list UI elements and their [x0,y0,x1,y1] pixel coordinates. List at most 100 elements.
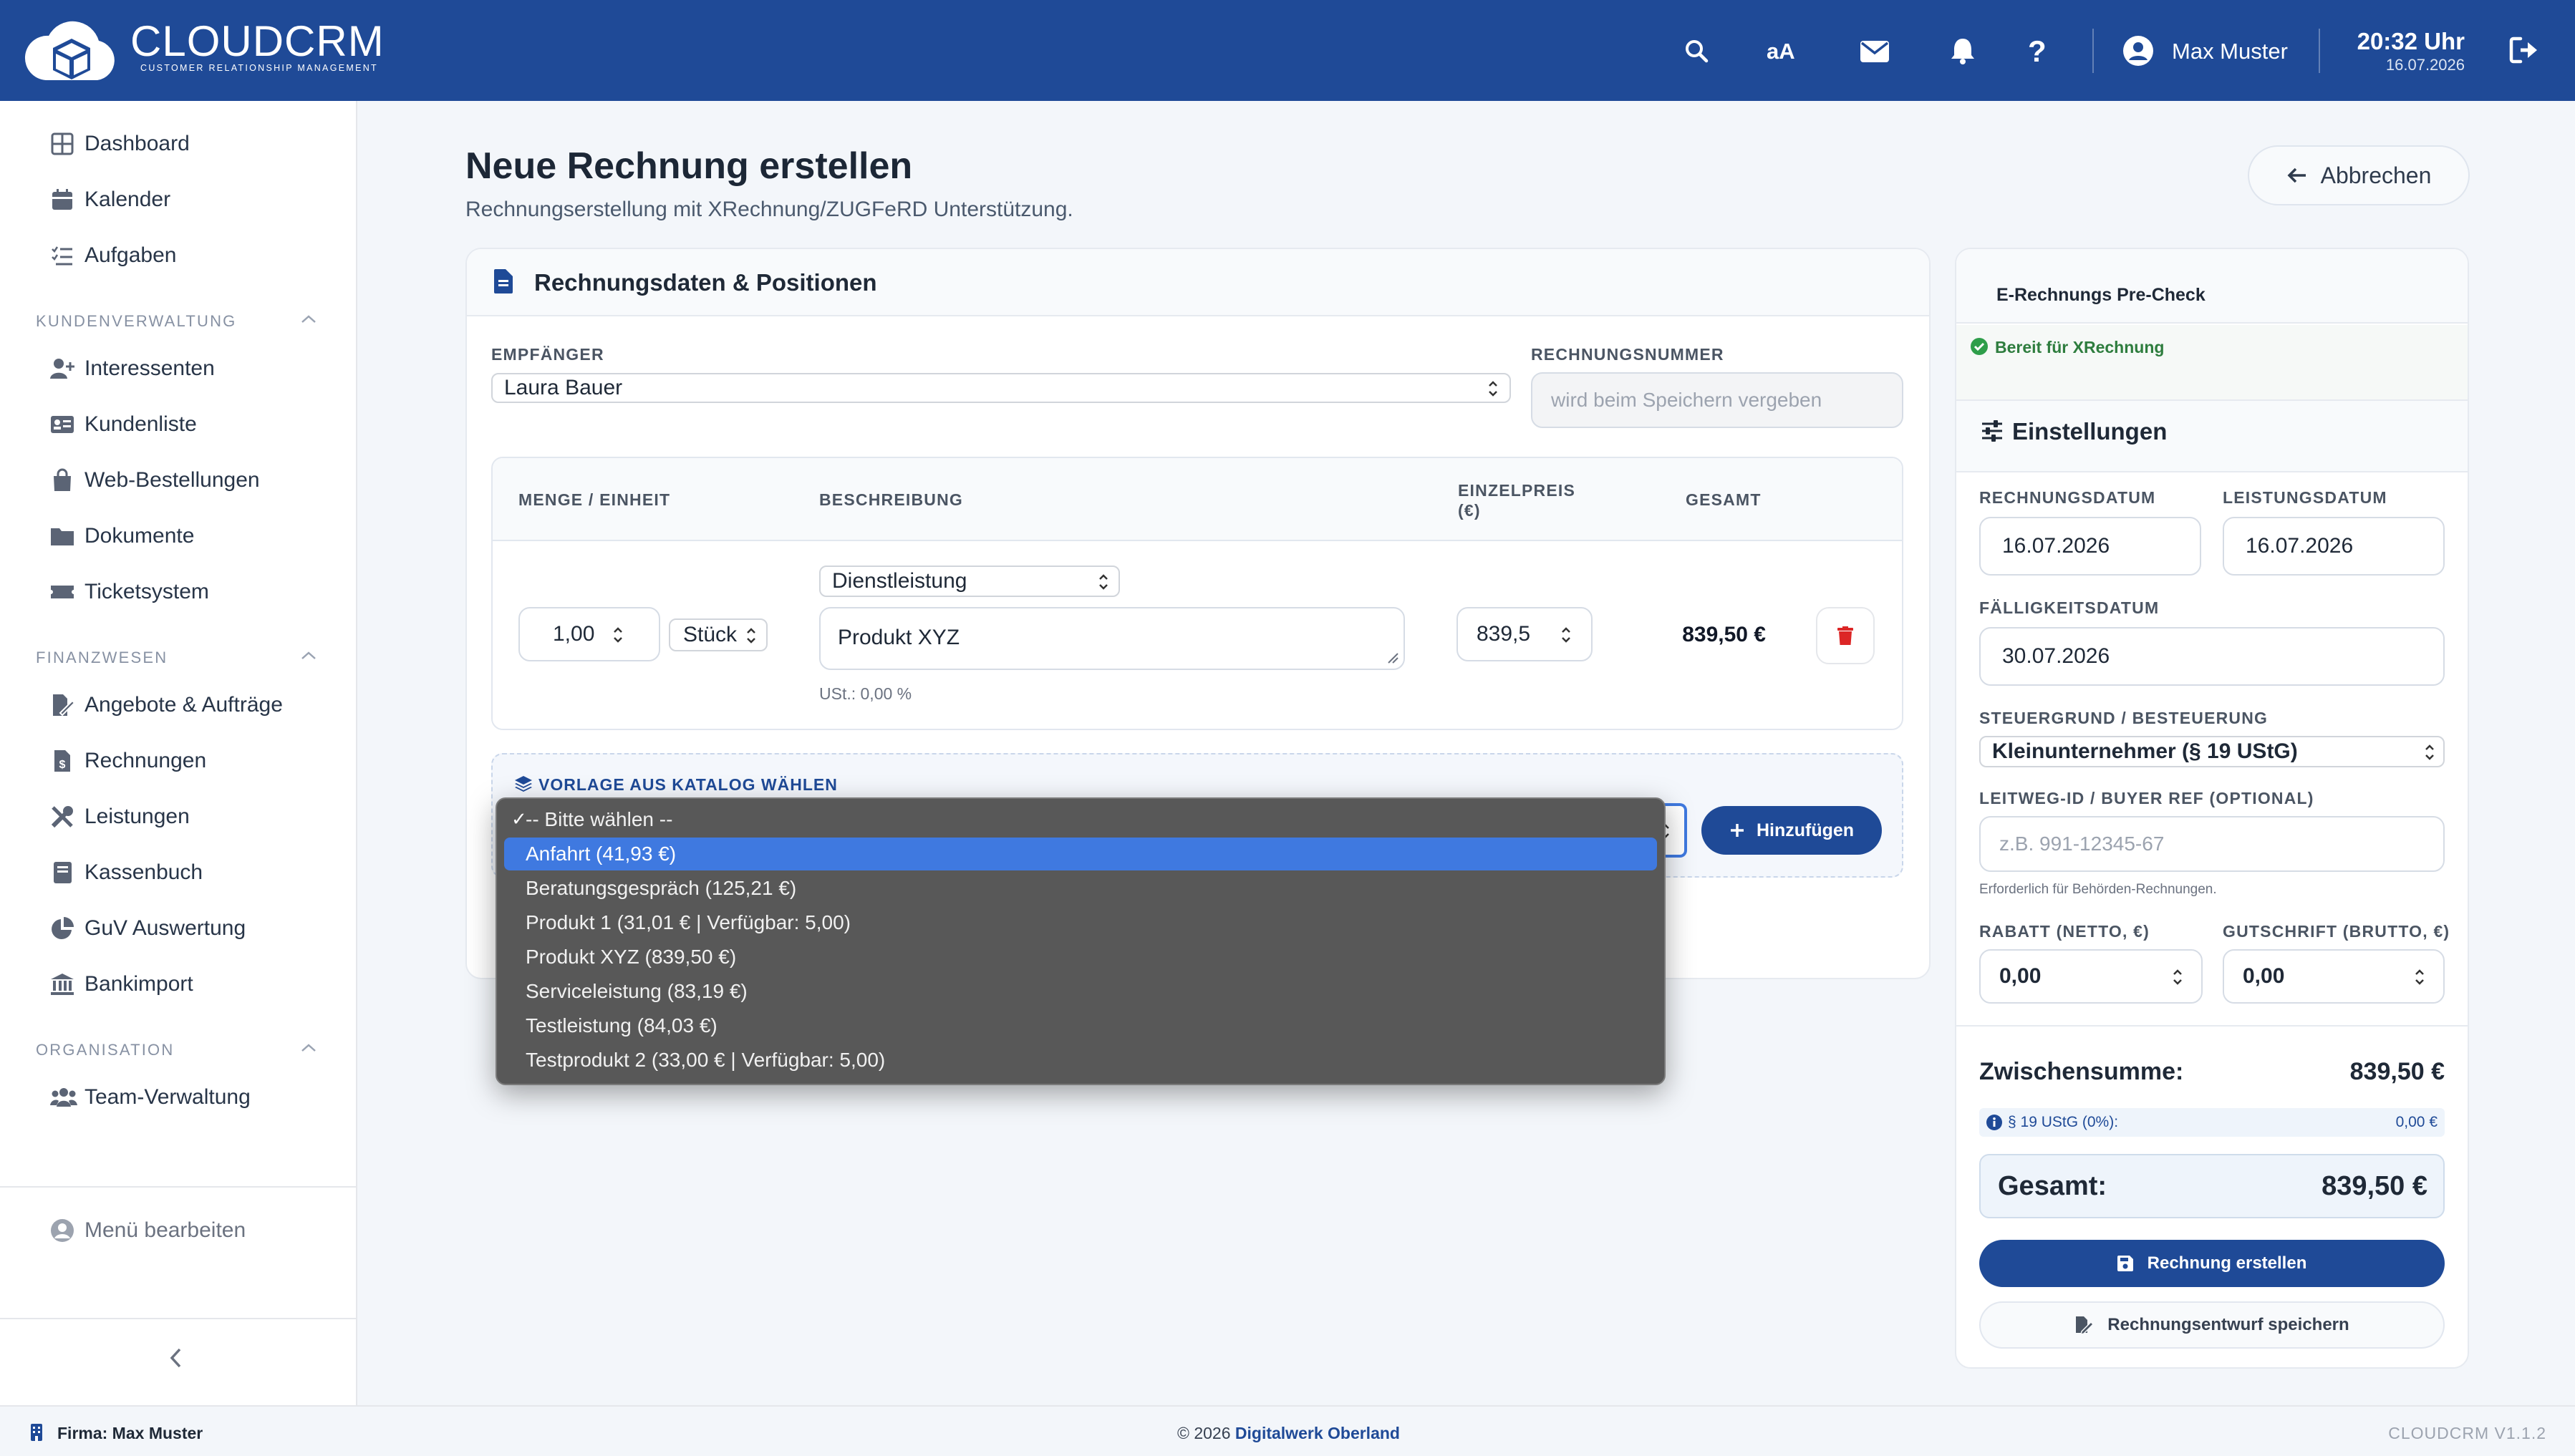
unit-select[interactable]: Stück [669,618,768,651]
page-subtitle: Rechnungserstellung mit XRechnung/ZUGFeR… [465,198,1073,221]
edit-menu-button[interactable]: Menü bearbeiten [0,1205,357,1256]
sidebar-item-label: Aufgaben [84,243,177,267]
option-label: Beratungsgespräch (125,21 €) [526,877,797,899]
chevron-up-icon[interactable] [299,650,318,661]
description-value: Produkt XYZ [838,626,960,649]
sidebar-item-team-verwaltung[interactable]: Team-Verwaltung [0,1072,357,1123]
dropdown-option[interactable]: Testleistung (84,03 €) [504,1009,1657,1042]
help-icon[interactable]: ? [2028,34,2047,69]
option-label: Testleistung (84,03 €) [526,1014,718,1037]
sidebar-item-label: Dashboard [84,132,190,155]
sidebar-item-dokumente[interactable]: Dokumente [0,510,357,562]
pie-chart-icon [50,916,74,941]
check-icon: ✓ [511,808,527,830]
file-invoice-icon [494,269,513,293]
chevron-up-icon[interactable] [299,1042,318,1054]
discount-value: 0,00 [1999,964,2042,988]
stepper-arrows-icon [2413,966,2426,988]
dropdown-option[interactable]: Produkt XYZ (839,50 €) [504,941,1657,974]
option-label: Anfahrt (41,93 €) [526,843,677,865]
dropdown-option[interactable]: Testprodukt 2 (33,00 € | Verfügbar: 5,00… [504,1044,1657,1077]
search-icon[interactable] [1684,39,1709,63]
sidebar: Dashboard Kalender Aufgaben KUNDENVERWAL… [0,101,357,1405]
sidebar-item-web-bestellungen[interactable]: Web-Bestellungen [0,455,357,506]
invoice-number-input[interactable]: wird beim Speichern vergeben [1531,372,1903,428]
invoice-date-value: 16.07.2026 [2002,534,2110,558]
chevron-up-icon[interactable] [299,314,318,325]
resize-handle-icon[interactable] [1386,651,1399,664]
line-total: 839,50 € [1682,623,1766,646]
sidebar-item-kundenliste[interactable]: Kundenliste [0,399,357,450]
sidebar-item-kalender[interactable]: Kalender [0,174,357,225]
building-icon [30,1424,43,1441]
select-arrows-icon [745,625,758,646]
add-item-button[interactable]: Hinzufügen [1701,806,1882,855]
collapse-sidebar-icon[interactable] [169,1346,183,1369]
copyright-link[interactable]: Digitalwerk Oberland [1235,1424,1400,1442]
ticket-icon [50,580,74,604]
sidebar-item-dashboard[interactable]: Dashboard [0,118,357,170]
cancel-button[interactable]: Abbrechen [2248,145,2470,205]
create-invoice-label: Rechnung erstellen [2147,1253,2307,1273]
sidebar-item-leistungen[interactable]: Leistungen [0,791,357,843]
column-header-total: GESAMT [1686,490,1762,509]
dropdown-option[interactable]: Serviceleistung (83,19 €) [504,975,1657,1008]
leitweg-input[interactable]: z.B. 991-12345-67 [1979,816,2445,872]
tax-reason-label: STEUERGRUND / BESTEUERUNG [1979,709,2269,727]
quantity-value: 1,00 [553,622,595,646]
option-label: -- Bitte wählen -- [526,808,673,830]
user-avatar-icon[interactable] [2123,36,2153,66]
credit-input[interactable]: 0,00 [2223,949,2445,1004]
sidebar-item-rechnungen[interactable]: $ Rechnungen [0,735,357,787]
calendar-icon [50,188,74,212]
mail-icon[interactable] [1860,41,1889,62]
sidebar-item-label: Angebote & Aufträge [84,693,283,717]
sidebar-item-guv[interactable]: GuV Auswertung [0,903,357,954]
tools-icon [50,805,74,829]
unit-value: Stück [683,623,738,646]
dropdown-option[interactable]: Produkt 1 (31,01 € | Verfügbar: 5,00) [504,906,1657,939]
sidebar-item-label: Kalender [84,188,171,211]
item-type-select[interactable]: Dienstleistung [819,566,1120,597]
arrow-left-icon [2286,167,2308,184]
sidebar-item-ticketsystem[interactable]: Ticketsystem [0,566,357,618]
app-version: CLOUDCRM V1.1.2 [2388,1424,2546,1442]
description-textarea[interactable]: Produkt XYZ [819,607,1405,670]
settings-title: Einstellungen [2012,418,2168,445]
sidebar-item-angebote[interactable]: Angebote & Aufträge [0,679,357,731]
quantity-stepper[interactable]: 1,00 [518,607,660,661]
due-date-input[interactable]: 30.07.2026 [1979,627,2445,686]
bank-icon [50,972,74,996]
service-date-input[interactable]: 16.07.2026 [2223,517,2445,576]
sidebar-item-interessenten[interactable]: Interessenten [0,343,357,394]
invoice-date-input[interactable]: 16.07.2026 [1979,517,2201,576]
sidebar-item-label: Web-Bestellungen [84,468,260,492]
column-header-price-unit: (€) [1458,501,1481,520]
shopping-bag-icon [50,468,74,492]
stepper-arrows-icon [612,624,624,646]
sidebar-item-bankimport[interactable]: Bankimport [0,958,357,1010]
unit-price-input[interactable]: 839,5 [1456,607,1593,661]
logout-icon[interactable] [2509,36,2541,64]
discount-input[interactable]: 0,00 [1979,949,2203,1004]
stepper-arrows-icon [2171,966,2184,988]
info-icon [1986,1115,2002,1130]
tax-line-label: § 19 UStG (0%): [2008,1114,2119,1130]
sidebar-item-kassenbuch[interactable]: Kassenbuch [0,847,357,898]
dropdown-option[interactable]: ✓ -- Bitte wählen -- [504,803,1657,836]
section-title-kundenverwaltung: KUNDENVERWALTUNG [36,312,237,330]
bell-icon[interactable] [1951,37,1975,64]
dropdown-option-highlighted[interactable]: Anfahrt (41,93 €) [504,838,1657,870]
recipient-label: EMPFÄNGER [491,345,604,364]
svg-text:$: $ [59,759,66,771]
create-invoice-button[interactable]: Rechnung erstellen [1979,1240,2445,1287]
font-size-toggle[interactable]: aA [1767,39,1795,64]
column-header-price: EINZELPREIS [1458,481,1576,500]
sidebar-item-aufgaben[interactable]: Aufgaben [0,230,357,281]
dropdown-option[interactable]: Beratungsgespräch (125,21 €) [504,872,1657,905]
delete-line-button[interactable] [1816,607,1875,664]
tax-reason-select[interactable]: Kleinunternehmer (§ 19 UStG) [1979,736,2445,767]
user-name[interactable]: Max Muster [2172,39,2288,64]
save-draft-button[interactable]: Rechnungsentwurf speichern [1979,1301,2445,1349]
recipient-select[interactable]: Laura Bauer [491,373,1511,403]
